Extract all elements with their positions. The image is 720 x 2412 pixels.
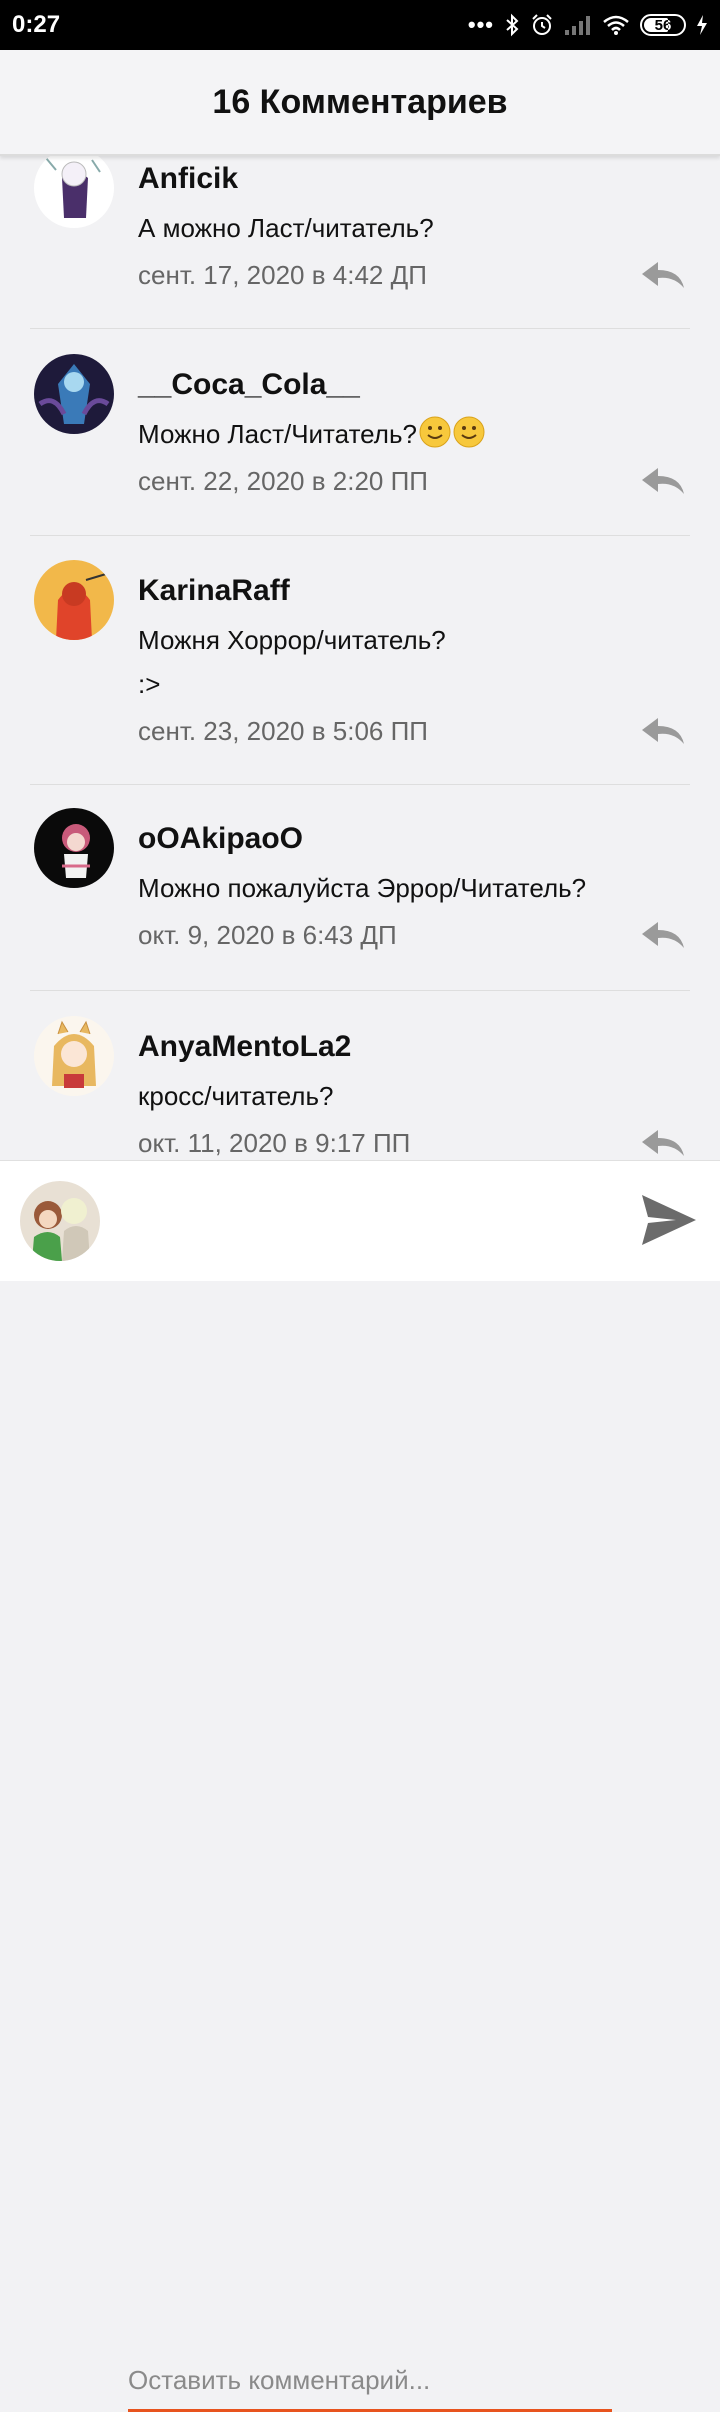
alarm-icon xyxy=(532,14,552,35)
reply-icon[interactable] xyxy=(640,1128,686,1158)
smile-emoji-icon xyxy=(419,416,451,448)
send-icon[interactable] xyxy=(640,1193,698,1247)
status-icons: ••• 56 xyxy=(468,12,708,38)
signal-icon xyxy=(565,16,590,35)
avatar[interactable] xyxy=(34,560,114,640)
battery-icon: 56 xyxy=(640,14,686,36)
user-avatar[interactable] xyxy=(20,1181,100,1261)
comment-author[interactable]: KarinaRaff xyxy=(138,574,290,608)
battery-level: 56 xyxy=(654,16,672,34)
comment-date: окт. 11, 2020 в 9:17 ПП xyxy=(138,1128,411,1158)
comment-author[interactable]: AnyaMentoLa2 xyxy=(138,1030,351,1064)
comments-header: 16 Комментариев xyxy=(0,50,720,156)
status-bar: 0:27 ••• 56 xyxy=(0,0,720,50)
comment-author[interactable]: oOAkipaoO xyxy=(138,822,303,856)
avatar[interactable] xyxy=(34,808,114,888)
divider xyxy=(30,784,690,785)
comment-list[interactable]: Anficik А можно Ласт/читатель? сент. 17,… xyxy=(10,156,710,1160)
comment-item: Anficik А можно Ласт/читатель? сент. 17,… xyxy=(10,156,710,330)
avatar[interactable] xyxy=(34,354,114,434)
reply-icon[interactable] xyxy=(640,260,686,290)
more-dots-icon: ••• xyxy=(467,12,494,37)
comment-date: сент. 23, 2020 в 5:06 ПП xyxy=(138,716,428,746)
comment-item: AnyaMentoLa2 кросс/читатель? окт. 11, 20… xyxy=(10,992,710,1160)
comment-text: Можня Хоррор/читатель? :> xyxy=(138,625,446,699)
avatar[interactable] xyxy=(34,1016,114,1096)
comment-date: окт. 9, 2020 в 6:43 ДП xyxy=(138,920,397,950)
comment-item: oOAkipaoO Можно пожалуйста Эррор/Читател… xyxy=(10,786,710,992)
divider xyxy=(30,328,690,329)
comment-text-body: Можно Ласт/Читатель? xyxy=(138,419,417,449)
comment-date: сент. 17, 2020 в 4:42 ДП xyxy=(138,260,427,290)
reply-icon[interactable] xyxy=(640,920,686,950)
comment-input[interactable] xyxy=(128,2351,612,2412)
comment-author[interactable]: Anficik xyxy=(138,162,238,196)
comment-author[interactable]: __Coca_Cola__ xyxy=(138,368,360,402)
page-title: 16 Комментариев xyxy=(212,82,508,121)
comment-date: сент. 22, 2020 в 2:20 ПП xyxy=(138,466,428,496)
comment-item: __Coca_Cola__ Можно Ласт/Читатель? сент.… xyxy=(10,330,710,536)
bluetooth-icon xyxy=(506,13,519,37)
comment-text: кросс/читатель? xyxy=(138,1081,334,1111)
reply-icon[interactable] xyxy=(640,716,686,746)
comment-composer xyxy=(0,1160,720,2412)
status-time: 0:27 xyxy=(12,11,61,38)
comment-item: KarinaRaff Можня Хоррор/читатель? :> сен… xyxy=(10,536,710,786)
divider xyxy=(30,990,690,991)
comment-text: Можно пожалуйста Эррор/Читатель? xyxy=(138,873,587,903)
charging-icon xyxy=(697,15,707,35)
reply-icon[interactable] xyxy=(640,466,686,496)
wifi-icon xyxy=(603,15,629,35)
avatar[interactable] xyxy=(34,156,114,228)
smile-emoji-icon xyxy=(453,416,485,448)
comment-text: А можно Ласт/читатель? xyxy=(138,213,434,243)
comment-text: Можно Ласт/Читатель? xyxy=(138,412,485,456)
